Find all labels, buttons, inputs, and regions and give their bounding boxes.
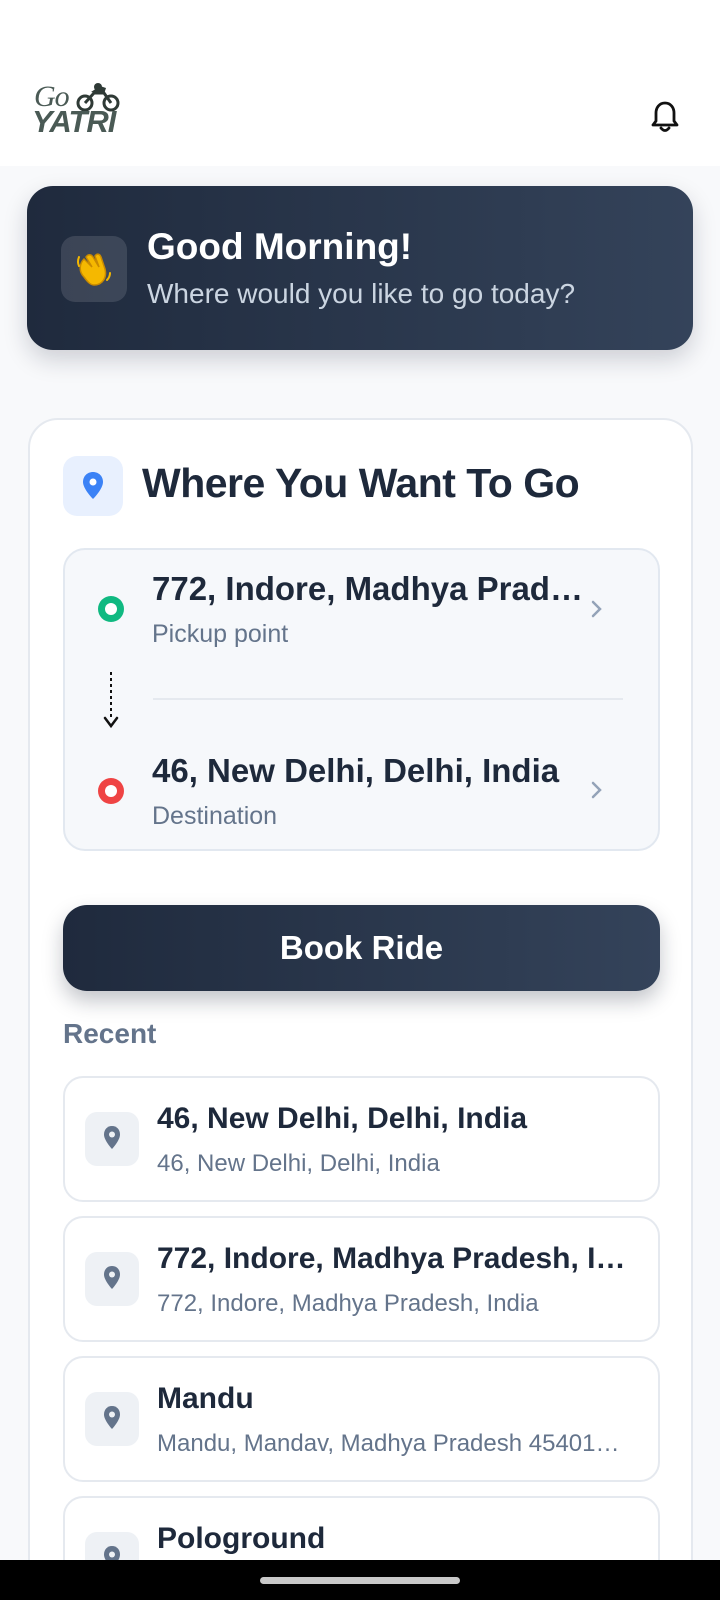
map-pin-icon (104, 1406, 120, 1429)
trip-card: Where You Want To Go 772, Indore, Madhya… (28, 418, 693, 1600)
recent-item-title: 772, Indore, Madhya Pradesh, India (157, 1242, 632, 1275)
recent-item-title: Mandu (157, 1382, 254, 1415)
dotted-arrow-icon (103, 672, 119, 729)
recent-item[interactable]: Mandu Mandu, Mandav, Madhya Pradesh 4540… (63, 1356, 660, 1482)
chevron-right-icon[interactable] (590, 779, 604, 801)
wave-icon-container (61, 236, 127, 302)
route-selector: 772, Indore, Madhya Pradesh, India Picku… (63, 548, 660, 851)
greeting-title: Good Morning! (147, 226, 413, 267)
recent-item[interactable]: 46, New Delhi, Delhi, India 46, New Delh… (63, 1076, 660, 1202)
recent-item[interactable]: 772, Indore, Madhya Pradesh, India 772, … (63, 1216, 660, 1342)
pickup-address[interactable]: 772, Indore, Madhya Pradesh, India (152, 570, 592, 608)
home-screen: Go YATRI Good Morning! Where would you l… (0, 0, 720, 1600)
section-title: Where You Want To Go (142, 460, 580, 506)
destination-address[interactable]: 46, New Delhi, Delhi, India (152, 752, 592, 790)
recent-item-subtitle: Mandu, Mandav, Madhya Pradesh 454010, In… (157, 1430, 632, 1457)
home-gesture-handle[interactable] (260, 1577, 460, 1584)
bell-icon (651, 101, 679, 132)
system-nav-bar (0, 1560, 720, 1600)
recent-item-title: 46, New Delhi, Delhi, India (157, 1102, 528, 1135)
map-pin-icon (104, 1266, 120, 1289)
recent-pin-container (85, 1392, 139, 1446)
route-divider (153, 698, 623, 700)
destination-dot-icon (98, 778, 124, 804)
destination-label: Destination (152, 802, 278, 830)
pickup-label: Pickup point (152, 620, 289, 648)
recent-item-subtitle: 46, New Delhi, Delhi, India (157, 1150, 440, 1177)
app-header: Go YATRI (0, 0, 720, 166)
recent-heading: Recent (63, 1018, 157, 1049)
recent-pin-container (85, 1252, 139, 1306)
recent-item-subtitle: 772, Indore, Madhya Pradesh, India (157, 1290, 539, 1317)
notification-button[interactable] (650, 100, 680, 134)
recent-pin-container (85, 1112, 139, 1166)
greeting-card: Good Morning! Where would you like to go… (27, 186, 693, 350)
location-pin-icon (83, 472, 103, 499)
pickup-dot-icon (98, 596, 124, 622)
recent-item-title: Pologround (157, 1522, 326, 1555)
location-pin-container (63, 456, 123, 516)
greeting-subtitle: Where would you like to go today? (147, 278, 576, 309)
logo-yatri-text: YATRI (32, 104, 116, 139)
book-ride-button[interactable]: Book Ride (63, 905, 660, 991)
goyatri-logo: Go YATRI (32, 80, 128, 139)
chevron-right-icon[interactable] (590, 598, 604, 620)
waving-hand-icon (77, 253, 111, 286)
map-pin-icon (104, 1126, 120, 1149)
